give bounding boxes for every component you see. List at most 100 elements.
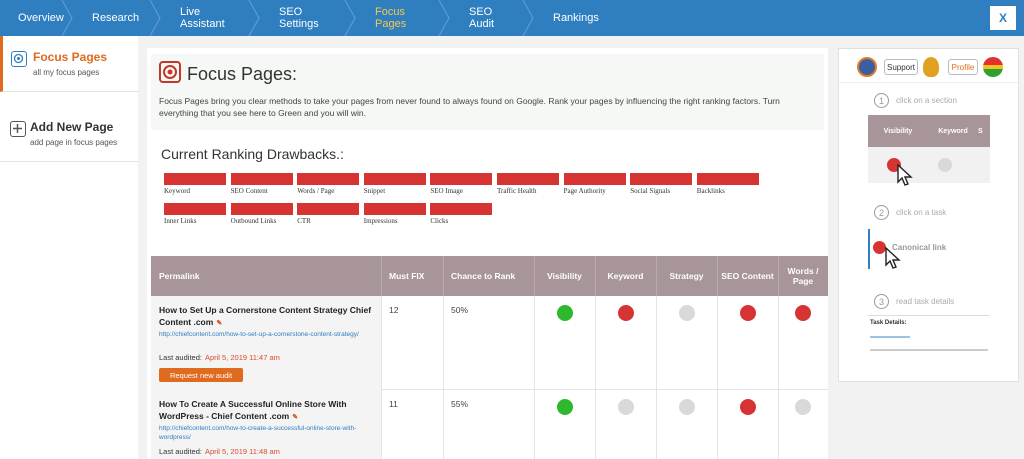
visibility-status-dot[interactable] — [556, 305, 573, 321]
main-content: Focus Pages: Focus Pages bring you clear… — [147, 48, 828, 459]
drawback-label: Keyword — [164, 187, 191, 195]
drawback-item[interactable]: Words / Page — [297, 173, 360, 195]
edit-link-icon[interactable]: ✎ — [216, 320, 222, 327]
drawback-item[interactable]: Page Authority — [563, 173, 626, 195]
drawback-label: Inner Links — [164, 217, 197, 225]
step-number: 3 — [874, 294, 889, 309]
drawback-item[interactable]: Clicks — [430, 203, 493, 225]
request-audit-button[interactable]: Request new audit — [159, 368, 243, 382]
drawback-item[interactable]: Traffic Health — [497, 173, 559, 195]
drawback-bar — [297, 203, 360, 215]
support-button[interactable]: Support — [884, 59, 918, 75]
mini-header-visibility: Visibility — [883, 127, 913, 135]
nav-item-overview[interactable]: Overview — [0, 0, 73, 36]
table-header-cell[interactable]: Keyword — [595, 256, 656, 296]
sidebar: Focus Pages all my focus pages Add New P… — [0, 36, 138, 459]
profile-button[interactable]: Profile — [948, 59, 978, 75]
focus-pages-icon — [159, 61, 181, 83]
table-header-cell[interactable]: Strategy — [656, 256, 717, 296]
page-title-link[interactable]: How to Set Up a Cornerstone Content Stra… — [159, 304, 374, 330]
drawback-bar — [497, 173, 559, 185]
sidebar-item-label: Add New Page — [30, 120, 114, 134]
status-dot — [938, 158, 952, 172]
table-header-cell[interactable]: Visibility — [534, 256, 595, 296]
drawback-label: Backlinks — [696, 187, 725, 195]
drawback-bar — [696, 173, 759, 185]
intro-box: Focus Pages: Focus Pages bring you clear… — [151, 54, 824, 130]
table-header-cell[interactable]: SEO Content — [717, 256, 778, 296]
drawback-bar — [630, 173, 693, 185]
drawback-item[interactable]: CTR — [297, 203, 360, 225]
drawback-item[interactable]: Keyword — [164, 173, 226, 195]
chance-value: 50% — [451, 305, 469, 315]
table-header-cell[interactable]: Must FIX — [381, 256, 443, 296]
drawback-label: Clicks — [430, 217, 449, 225]
cursor-icon — [885, 246, 903, 277]
drawback-item[interactable]: SEO Content — [230, 173, 293, 195]
page-url-link[interactable]: http://chiefcontent.com/how-to-set-up-a-… — [159, 330, 374, 339]
nav-item-seo-settings[interactable]: SEO Settings — [257, 0, 356, 36]
close-button[interactable]: X — [990, 6, 1016, 30]
plus-box-icon — [10, 121, 26, 137]
mini-table-header: Visibility Keyword S — [868, 115, 990, 147]
nav-item-label: SEO Audit — [469, 6, 495, 30]
drawback-item[interactable]: SEO Image — [430, 173, 493, 195]
drawback-bar — [230, 173, 293, 185]
nav-item-live-assistant[interactable]: Live Assistant — [158, 0, 260, 36]
column-divider — [595, 296, 596, 390]
sidebar-item-focus-pages[interactable]: Focus Pages all my focus pages — [0, 36, 138, 92]
drawback-label: Traffic Health — [497, 187, 537, 195]
tutorial-panel: Support Profile 1 click on a section Vis… — [838, 48, 1019, 382]
drawback-item[interactable]: Social Signals — [630, 173, 693, 195]
column-divider — [534, 296, 535, 390]
column-divider — [656, 256, 657, 296]
drawback-bar — [164, 173, 226, 185]
drawback-item[interactable]: Outbound Links — [230, 203, 293, 225]
nav-item-focus-pages[interactable]: Focus Pages — [353, 0, 450, 36]
drawback-bar — [363, 173, 426, 185]
table-header-cell[interactable]: Words / Page — [778, 256, 828, 296]
drawback-bar — [430, 173, 493, 185]
nav-item-seo-audit[interactable]: SEO Audit — [447, 0, 534, 36]
last-audited-date: April 5, 2019 11:48 am — [204, 447, 280, 456]
nav-item-rankings[interactable]: Rankings — [531, 0, 611, 36]
last-audited: Last audited: April 5, 2019 11:47 am — [159, 353, 280, 362]
words-page-status-dot[interactable] — [795, 399, 811, 415]
seo-content-status-dot[interactable] — [739, 305, 756, 321]
drawback-label: Impressions — [363, 217, 398, 225]
strategy-status-dot[interactable] — [678, 305, 695, 321]
strategy-status-dot[interactable] — [678, 399, 695, 415]
page-title-link[interactable]: How To Create A Successful Online Store … — [159, 398, 374, 424]
drawback-item[interactable]: Backlinks — [696, 173, 759, 195]
table-header-cell[interactable]: Permalink — [151, 256, 381, 296]
table-header-cell[interactable]: Chance to Rank — [443, 256, 534, 296]
column-divider — [443, 256, 444, 296]
page-url-link[interactable]: http://chiefcontent.com/how-to-create-a-… — [159, 424, 374, 442]
nav-item-research[interactable]: Research — [70, 0, 161, 36]
drawback-bar — [430, 203, 493, 215]
drawback-item[interactable]: Inner Links — [164, 203, 226, 225]
drawback-label: CTR — [297, 217, 311, 225]
visibility-status-dot[interactable] — [556, 399, 573, 415]
column-divider — [443, 296, 444, 390]
column-divider — [595, 256, 596, 296]
nav-item-label: Research — [92, 12, 140, 24]
drawback-label: Outbound Links — [230, 217, 277, 225]
words-page-status-dot[interactable] — [795, 305, 811, 321]
keyword-status-dot[interactable] — [617, 399, 634, 415]
cursor-icon — [897, 163, 915, 194]
last-audited-label: Last audited: — [159, 353, 202, 362]
sidebar-item-label: Focus Pages — [33, 50, 108, 64]
seo-content-status-dot[interactable] — [739, 399, 756, 415]
column-divider — [778, 296, 779, 390]
drawback-bar — [363, 203, 426, 215]
column-divider — [534, 390, 535, 459]
keyword-status-dot[interactable] — [617, 305, 634, 321]
edit-link-icon[interactable]: ✎ — [292, 414, 298, 421]
sidebar-item-add-new-page[interactable]: Add New Page add page in focus pages — [0, 106, 138, 162]
drawback-item[interactable]: Impressions — [363, 203, 426, 225]
last-audited: Last audited: April 5, 2019 11:48 am — [159, 447, 280, 456]
drawback-item[interactable]: Snippet — [363, 173, 426, 195]
panel-toolbar: Support Profile — [839, 49, 1018, 83]
details-line — [870, 349, 988, 351]
